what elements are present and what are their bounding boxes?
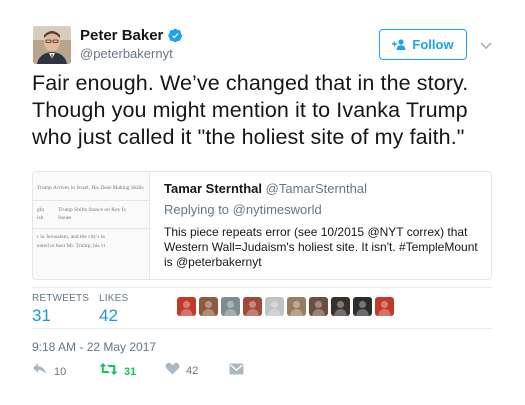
verified-badge-icon <box>168 28 183 43</box>
timestamp[interactable]: 9:18 AM - 22 May 2017 <box>32 340 156 354</box>
quoted-tweet-text: This piece repeats error (see 10/2015 @N… <box>164 225 478 269</box>
liker-avatar[interactable] <box>199 297 218 316</box>
quoted-tweet-thumbnail: Trump Arrives in Israel, His Deal-Making… <box>33 172 150 279</box>
chevron-down-icon[interactable] <box>480 38 492 50</box>
liker-avatar[interactable] <box>309 297 328 316</box>
liker-avatar[interactable] <box>221 297 240 316</box>
liker-avatar[interactable] <box>353 297 372 316</box>
liker-avatar[interactable] <box>243 297 262 316</box>
reply-icon <box>32 362 48 381</box>
replying-to: Replying to @nytimesworld <box>164 202 322 217</box>
follow-button[interactable]: Follow <box>379 29 467 60</box>
thumbnail-text-line: Trump Arrives in Israel, His Deal-Making… <box>37 185 144 191</box>
author-handle[interactable]: @peterbakernyt <box>80 46 173 61</box>
thumbnail-text-line: ish <box>37 215 44 221</box>
liker-avatar[interactable] <box>265 297 284 316</box>
thumbnail-text-line: ght <box>37 207 45 213</box>
quoted-author[interactable]: Tamar Sternthal @TamarSternthal <box>164 181 367 196</box>
avatar-photo <box>33 26 71 64</box>
replying-to-label: Replying to <box>164 202 230 217</box>
liker-avatar[interactable] <box>331 297 350 316</box>
tweet-text: Fair enough. We’ve changed that in the s… <box>32 71 469 149</box>
liker-avatar[interactable] <box>375 297 394 316</box>
divider <box>32 328 492 329</box>
retweet-button[interactable]: 31 <box>99 362 136 381</box>
likes-stat[interactable]: LIKES 42 <box>99 293 128 326</box>
like-button[interactable]: 42 <box>165 362 198 380</box>
thumbnail-text-line: r in Jerusalem, and the city's la <box>37 234 105 240</box>
retweets-stat[interactable]: RETWEETS 31 <box>32 293 89 326</box>
retweet-icon <box>99 362 118 381</box>
likes-count: 42 <box>99 306 118 325</box>
thumbnail-text-line: eared to host Mr. Trump, his vi <box>37 243 106 249</box>
author-name-row[interactable]: Peter Baker <box>80 27 183 44</box>
replying-to-handle[interactable]: @nytimesworld <box>233 202 322 217</box>
reply-count: 10 <box>54 365 67 378</box>
retweets-label: RETWEETS <box>32 293 90 304</box>
quoted-author-handle: @TamarSternthal <box>265 181 367 196</box>
likes-label: LIKES <box>99 293 129 304</box>
tweet-card: Peter Baker @peterbakernyt Follow Fair e… <box>0 0 525 405</box>
quoted-author-name: Tamar Sternthal <box>164 181 263 196</box>
add-user-icon <box>392 39 407 50</box>
quoted-tweet[interactable]: Trump Arrives in Israel, His Deal-Making… <box>32 171 492 280</box>
retweets-count: 31 <box>32 306 51 325</box>
reply-button[interactable]: 10 <box>32 362 66 381</box>
envelope-icon <box>229 362 244 380</box>
liker-avatar[interactable] <box>177 297 196 316</box>
heart-icon <box>165 362 180 380</box>
liker-avatars <box>177 297 394 316</box>
thumbnail-text-line: Trump Shifts Stance on Key Is <box>58 207 126 213</box>
retweet-count: 31 <box>124 365 137 378</box>
author-name[interactable]: Peter Baker <box>80 27 163 44</box>
follow-button-label: Follow <box>412 37 454 52</box>
divider <box>32 287 492 288</box>
avatar[interactable] <box>33 26 71 64</box>
like-count: 42 <box>186 365 199 377</box>
thumbnail-text-line: Issues <box>58 215 72 221</box>
liker-avatar[interactable] <box>287 297 306 316</box>
direct-message-button[interactable] <box>229 362 244 380</box>
